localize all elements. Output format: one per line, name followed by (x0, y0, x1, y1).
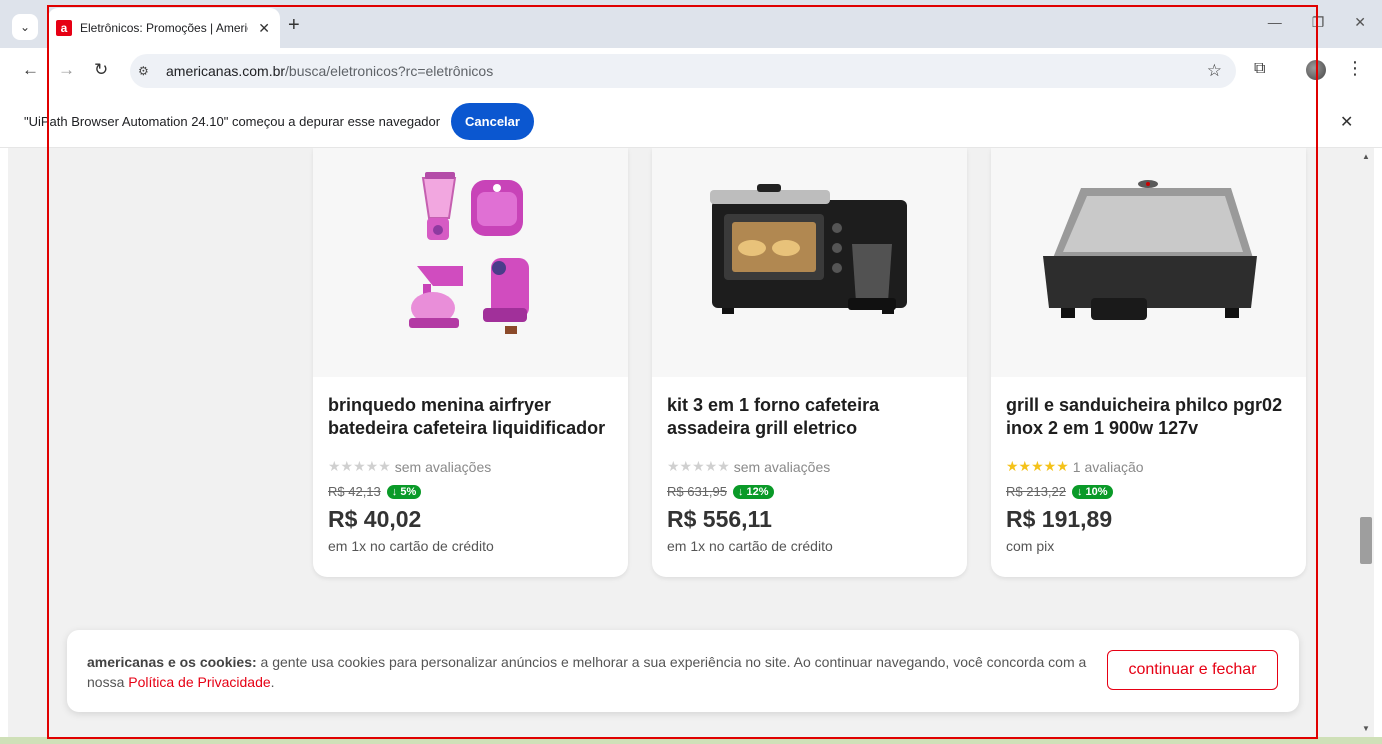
discount-badge: ↓ 5% (386, 484, 422, 499)
close-window-icon[interactable]: ✕ (1354, 14, 1366, 31)
rating-stars-icon: ★★★★★ (667, 458, 730, 474)
payment-condition: em 1x no cartão de crédito (328, 538, 494, 554)
discount-badge: ↓ 12% (733, 484, 774, 499)
restore-icon[interactable]: ❐ (1312, 14, 1325, 31)
product-image-oven-coffee[interactable] (652, 148, 967, 377)
back-arrow-icon[interactable]: ← (22, 60, 39, 80)
product-image-toy-set[interactable] (313, 148, 628, 377)
price-comparison: R$ 42,13 ↓ 5% (328, 484, 422, 499)
price-comparison: R$ 213,22 ↓ 10% (1006, 484, 1113, 499)
tab-strip: ⌄ a Eletrônicos: Promoções | Americanas … (0, 0, 1382, 48)
page-viewport: brinquedo menina airfryer batedeira cafe… (8, 148, 1358, 737)
url-domain: americanas.com.br (166, 63, 286, 79)
americanas-favicon-icon: a (56, 20, 72, 36)
bookmark-star-icon[interactable]: ☆ (1207, 61, 1222, 81)
current-price: R$ 556,11 (667, 506, 772, 532)
product-title[interactable]: brinquedo menina airfryer batedeira cafe… (328, 394, 618, 440)
cancel-button[interactable]: Cancelar (451, 103, 534, 140)
extensions-puzzle-icon[interactable]: ⧉ (1254, 60, 1265, 78)
cookie-banner: americanas e os cookies: a gente usa coo… (67, 630, 1299, 712)
browser-toolbar: ← → ↻ ⚙ americanas.com.br/busca/eletroni… (0, 48, 1382, 94)
taskbar-edge (0, 737, 1382, 744)
product-rating: ★★★★★ sem avaliações (667, 458, 830, 475)
product-rating: ★★★★★ 1 avaliação (1006, 458, 1144, 475)
new-tab-plus-icon[interactable]: + (288, 14, 300, 37)
privacy-policy-link[interactable]: Política de Privacidade (128, 674, 270, 690)
current-price: R$ 40,02 (328, 506, 422, 532)
product-title[interactable]: kit 3 em 1 forno cafeteira assadeira gri… (667, 394, 957, 440)
rating-text: sem avaliações (394, 458, 492, 475)
old-price: R$ 631,95 (667, 484, 727, 499)
scroll-down-arrow-icon[interactable]: ▼ (1362, 724, 1370, 733)
debugging-infobar: "UiPath Browser Automation 24.10" começo… (0, 94, 1382, 148)
scrollbar-thumb[interactable] (1360, 517, 1372, 564)
product-image-sandwich-grill[interactable] (991, 148, 1306, 377)
price-comparison: R$ 631,95 ↓ 12% (667, 484, 774, 499)
rating-text: 1 avaliação (1072, 458, 1144, 475)
forward-arrow-icon[interactable]: → (58, 60, 75, 80)
site-info-tune-icon[interactable]: ⚙ (138, 64, 158, 78)
address-bar[interactable]: ⚙ americanas.com.br/busca/eletronicos?rc… (130, 54, 1236, 88)
page-scrollbar[interactable]: ▲ ▼ (1358, 148, 1374, 737)
window-controls: — ❐ ✕ (1268, 14, 1366, 31)
payment-condition: em 1x no cartão de crédito (667, 538, 833, 554)
product-card[interactable]: brinquedo menina airfryer batedeira cafe… (313, 148, 628, 577)
old-price: R$ 213,22 (1006, 484, 1066, 499)
active-tab[interactable]: a Eletrônicos: Promoções | Americanas ✕ (48, 8, 280, 48)
kebab-menu-icon[interactable]: ⋮ (1346, 58, 1364, 79)
infobar-message: "UiPath Browser Automation 24.10" começo… (24, 114, 441, 129)
product-rating: ★★★★★ sem avaliações (328, 458, 491, 475)
minimize-icon[interactable]: — (1268, 14, 1282, 31)
cookie-heading: americanas e os cookies: (87, 654, 257, 670)
old-price: R$ 42,13 (328, 484, 381, 499)
rating-stars-icon: ★★★★★ (328, 458, 391, 474)
rating-text: sem avaliações (733, 458, 831, 475)
current-price: R$ 191,89 (1006, 506, 1113, 532)
scroll-up-arrow-icon[interactable]: ▲ (1362, 152, 1370, 161)
url-path: /busca/eletronicos?rc=eletrônicos (285, 63, 494, 79)
product-card[interactable]: grill e sanduicheira philco pgr02 inox 2… (991, 148, 1306, 577)
discount-badge: ↓ 10% (1072, 484, 1113, 499)
tab-search-chevron-icon[interactable]: ⌄ (12, 14, 38, 40)
rating-stars-icon: ★★★★★ (1006, 458, 1069, 474)
tab-close-icon[interactable]: ✕ (258, 20, 270, 37)
cookie-end: . (270, 674, 275, 690)
url-text: americanas.com.br/busca/eletronicos?rc=e… (166, 63, 493, 79)
tab-title: Eletrônicos: Promoções | Americanas (80, 21, 248, 35)
payment-condition: com pix (1006, 538, 1055, 554)
continue-and-close-button[interactable]: continuar e fechar (1107, 650, 1278, 690)
cookie-message: americanas e os cookies: a gente usa coo… (87, 652, 1097, 692)
reload-icon[interactable]: ↻ (94, 60, 108, 80)
product-title[interactable]: grill e sanduicheira philco pgr02 inox 2… (1006, 394, 1296, 440)
infobar-close-icon[interactable]: ✕ (1340, 112, 1353, 132)
product-card[interactable]: kit 3 em 1 forno cafeteira assadeira gri… (652, 148, 967, 577)
profile-avatar[interactable] (1306, 60, 1326, 80)
